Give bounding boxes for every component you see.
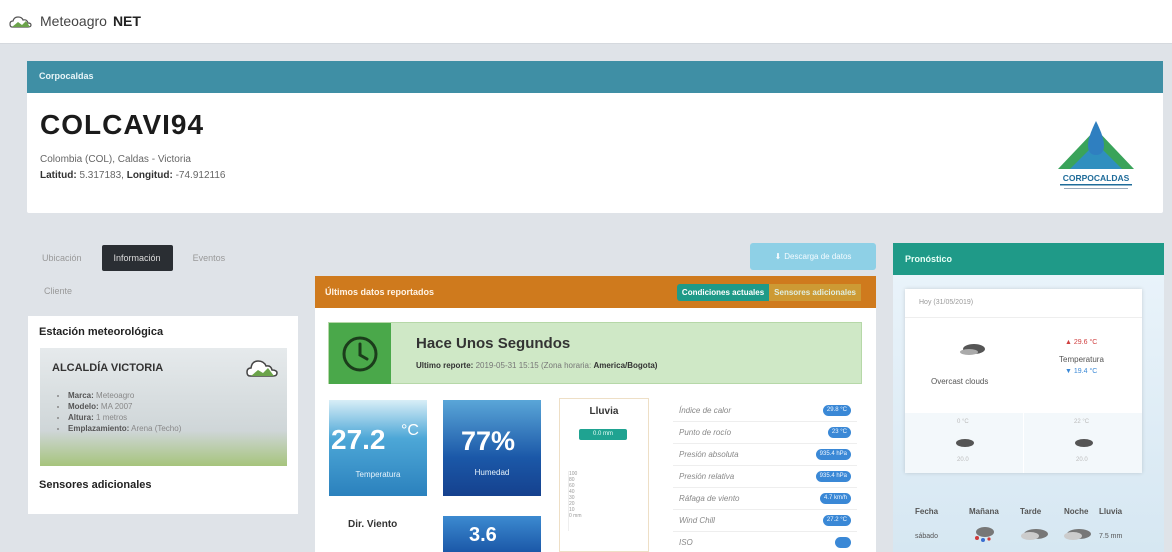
sensor-heat-index: Índice de calor 29.8 °C xyxy=(673,400,857,422)
sensor-wind-chill: Wind Chill 27.2 °C xyxy=(673,510,857,532)
cloud-logo-icon xyxy=(9,16,32,28)
forecast-period-left: 0 °C 20.0 xyxy=(905,413,1023,473)
lat-label: Latitud: xyxy=(40,170,77,181)
rain-title: Lluvia xyxy=(589,406,619,417)
tab-cliente[interactable]: Cliente xyxy=(44,286,72,296)
rain-gauge: Lluvia 0.0 mm 100 80 60 40 30 20 10 0 mm xyxy=(559,398,649,552)
station-photo-name: ALCALDÍA VICTORIA xyxy=(52,362,164,374)
rain-axis: 100 80 60 40 30 20 10 0 mm xyxy=(568,471,638,531)
cloud-icon xyxy=(1021,529,1048,540)
cloud-logo-icon xyxy=(246,360,278,377)
sensor-dew-point: Punto de rocío 23 °C xyxy=(673,422,857,444)
forecast-max-temp: ▲ 29.6 °C xyxy=(1065,339,1098,346)
latest-data-title: Últimos datos reportados xyxy=(325,287,435,297)
station-id: COLCAVI94 xyxy=(40,109,205,140)
brand[interactable]: Meteoagro NET xyxy=(8,12,141,30)
wind-speed-value: 3.6 xyxy=(469,524,497,546)
station-photo: ALCALDÍA VICTORIA Marca: Meteoagro Model… xyxy=(40,348,287,466)
logo-text: CORPOCALDAS xyxy=(1063,173,1130,183)
temperature-value: 27.2 xyxy=(331,424,386,455)
top-navbar: Meteoagro NET xyxy=(0,0,1172,44)
sensor-rel-pressure: Presión relativa 935.4 hPa xyxy=(673,466,857,488)
station-specs: Marca: Meteoagro Modelo: MA 2007 Altura:… xyxy=(68,390,181,434)
humidity-tile: 77% Humedad xyxy=(443,400,541,496)
toggle-current-conditions[interactable]: Condiciones actuales xyxy=(676,284,770,301)
lon-value: -74.912116 xyxy=(175,170,226,181)
sensor-iso: ISO xyxy=(673,532,857,552)
data-view-toggle: Condiciones actuales Sensores adicionale… xyxy=(676,284,861,301)
wind-direction-label: Dir. Viento xyxy=(348,519,398,530)
sensor-value-badge: 23 °C xyxy=(827,427,851,438)
download-data-button[interactable]: ⬇ Descarga de datos xyxy=(750,243,876,270)
station-location: Colombia (COL), Caldas - Victoria xyxy=(40,154,191,165)
brand-prefix: Meteoagro xyxy=(40,13,107,29)
sensor-list: Índice de calor 29.8 °C Punto de rocío 23 … xyxy=(673,400,857,552)
tab-eventos[interactable]: Eventos xyxy=(181,245,238,271)
sensor-value-badge: 27.2 °C xyxy=(822,515,851,526)
forecast-min-temp: ▼ 19.4 °C xyxy=(1065,368,1098,375)
rain-value-badge: 0.0 mm xyxy=(579,429,627,440)
forecast-row-rain: 7.5 mm xyxy=(1099,533,1123,540)
latest-data-header: Últimos datos reportados Condiciones act… xyxy=(315,276,876,308)
spec-emplazamiento: Emplazamiento: Arena (Techo) xyxy=(68,423,181,434)
forecast-col-rain: Lluvia xyxy=(1099,507,1123,516)
download-icon: ⬇ xyxy=(774,252,782,261)
last-report-meta: Ultimo reporte: 2019-05-31 15:15 (Zona h… xyxy=(416,361,658,370)
forecast-col-afternoon: Tarde xyxy=(1020,507,1042,516)
forecast-temp-label: Temperatura xyxy=(1059,355,1104,364)
forecast-header: Pronóstico xyxy=(893,243,1164,275)
forecast-today-card: Hoy (31/05/2019) Overcast clouds ▲ 29.6 … xyxy=(905,289,1142,473)
cloud-icon xyxy=(1075,439,1093,447)
sensor-abs-pressure: Presión absoluta 935.4 hPa xyxy=(673,444,857,466)
station-info-card: Estación meteorológica ALCALDÍA VICTORIA… xyxy=(28,316,298,514)
temperature-caption: Temperatura xyxy=(355,470,401,479)
station-coordinates: Latitud: 5.317183, Longitud: -74.912116 xyxy=(40,170,225,181)
sensor-wind-gust: Ráfaga de viento 4.7 km/h xyxy=(673,488,857,510)
cloud-icon xyxy=(1064,529,1091,540)
sensor-value-badge: 935.4 hPa xyxy=(815,471,851,482)
wind-speed-tile: 3.6 xyxy=(443,516,541,552)
forecast-col-date: Fecha xyxy=(915,507,939,516)
sensor-value-badge: 935.4 hPa xyxy=(815,449,851,460)
corpocaldas-logo: CORPOCALDAS xyxy=(1058,121,1134,189)
humidity-caption: Humedad xyxy=(474,468,510,477)
station-info-title: Estación meteorológica xyxy=(39,326,164,338)
rain-cloud-icon xyxy=(975,527,994,542)
last-report-title: Hace Unos Segundos xyxy=(416,335,571,352)
overcast-cloud-icon xyxy=(960,344,985,355)
tab-informacion[interactable]: Información xyxy=(101,245,173,271)
forecast-period-right: 22 °C 20.0 xyxy=(1024,413,1142,473)
sensor-value-badge: 29.8 °C xyxy=(822,405,851,416)
humidity-value: 77% xyxy=(461,426,516,456)
spec-modelo: Modelo: MA 2007 xyxy=(68,401,181,412)
info-tabs: Ubicación Información Eventos xyxy=(30,245,237,271)
toggle-additional-sensors[interactable]: Sensores adicionales xyxy=(769,284,861,301)
temperature-unit: °C xyxy=(401,422,419,439)
spec-marca: Marca: Meteoagro xyxy=(68,390,181,401)
station-card: Corpocaldas COLCAVI94 Colombia (COL), Ca… xyxy=(27,61,1163,213)
temperature-tile: 27.2 °C Temperatura xyxy=(329,400,427,496)
lon-label: Longitud: xyxy=(126,170,173,181)
cloud-icon xyxy=(956,439,974,447)
download-label: Descarga de datos xyxy=(784,252,852,261)
additional-sensors-title: Sensores adicionales xyxy=(39,479,152,491)
tab-ubicacion[interactable]: Ubicación xyxy=(30,245,94,271)
forecast-row-date: sábado xyxy=(915,533,938,540)
forecast-date: Hoy (31/05/2019) xyxy=(919,299,974,306)
forecast-col-morning: Mañana xyxy=(969,507,999,516)
forecast-col-night: Noche xyxy=(1064,507,1089,516)
latest-data-panel: Últimos datos reportados Condiciones act… xyxy=(315,276,876,552)
forecast-condition: Overcast clouds xyxy=(931,377,989,386)
spec-altura: Altura: 1 metros xyxy=(68,412,181,423)
lat-value: 5.317183, xyxy=(79,170,124,181)
brand-suffix: NET xyxy=(112,13,141,29)
sensor-value-badge xyxy=(835,537,851,548)
forecast-panel: Pronóstico Hoy (31/05/2019) Overcast clo… xyxy=(893,243,1164,552)
last-report-box: Hace Unos Segundos Ultimo reporte: 2019-… xyxy=(328,322,862,384)
clock-icon xyxy=(329,323,391,384)
station-card-header: Corpocaldas xyxy=(27,61,1163,93)
sensor-value-badge: 4.7 km/h xyxy=(819,493,851,504)
